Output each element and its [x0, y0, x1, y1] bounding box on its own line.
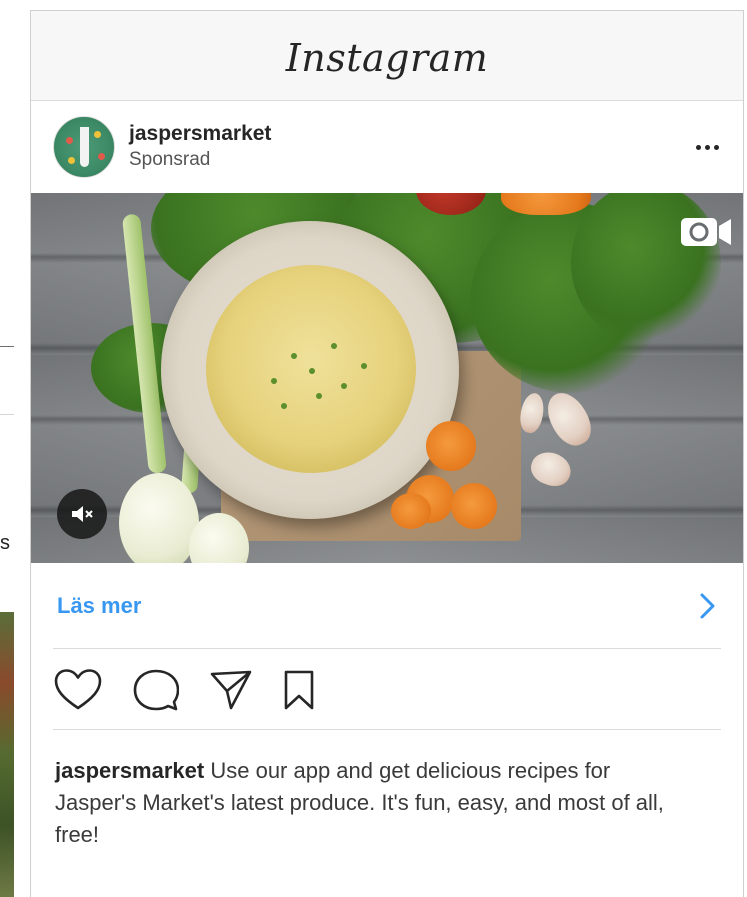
learn-more-label: Läs mer — [57, 592, 142, 618]
bookmark-icon[interactable] — [283, 669, 315, 711]
post-caption: jaspersmarket Use our app and get delici… — [55, 755, 695, 851]
background-divider — [0, 346, 14, 347]
speaker-muted-icon — [72, 506, 93, 522]
video-camera-icon — [681, 218, 731, 246]
avatar-logo-mark — [80, 127, 89, 167]
post-header: jaspersmarket Sponsrad — [31, 102, 743, 192]
post-username[interactable]: jaspersmarket — [129, 122, 271, 146]
avatar[interactable] — [53, 116, 115, 178]
chevron-right-icon — [700, 593, 715, 618]
caption-username[interactable]: jaspersmarket — [55, 758, 204, 783]
avatar-dot — [98, 153, 105, 160]
paper-plane-icon[interactable] — [209, 669, 253, 711]
learn-more-cta[interactable]: Läs mer — [53, 563, 721, 649]
background-divider — [0, 414, 14, 415]
user-block: jaspersmarket Sponsrad — [129, 122, 271, 172]
avatar-dot — [94, 131, 101, 138]
heart-icon[interactable] — [53, 668, 103, 712]
more-options-icon[interactable] — [692, 137, 723, 158]
comment-icon[interactable] — [133, 668, 179, 712]
post-media[interactable] — [31, 193, 743, 563]
sponsored-label: Sponsrad — [129, 149, 211, 170]
instagram-ad-preview: Instagram jaspersmarket Sponsrad Läs mer… — [30, 10, 744, 897]
action-bar — [53, 650, 721, 730]
mute-button[interactable] — [57, 489, 107, 539]
background-page: s — [0, 0, 30, 897]
background-partial-text: s — [0, 532, 10, 554]
avatar-dot — [66, 137, 73, 144]
avatar-dot — [68, 157, 75, 164]
background-partial-image — [0, 612, 14, 897]
instagram-logo: Instagram — [285, 35, 489, 80]
app-header: Instagram — [31, 11, 743, 101]
